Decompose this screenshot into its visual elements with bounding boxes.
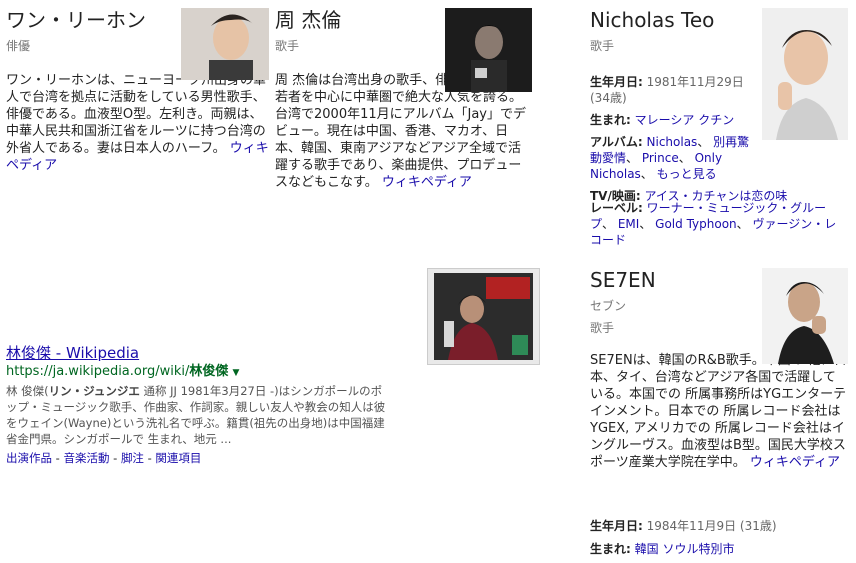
fact-list: 生年月日: 1981年11月29日 (34歳) 生まれ: マレーシア クチン ア…: [590, 74, 787, 210]
label-link[interactable]: Gold Typhoon: [655, 217, 736, 231]
fact-value-link[interactable]: マレーシア クチン: [635, 113, 735, 127]
wiki-link[interactable]: ウィキペディア: [382, 175, 472, 190]
fact-label: レーベル:: [590, 201, 643, 215]
album-link[interactable]: Prince: [642, 151, 679, 165]
wiki-link[interactable]: ウィキペディア: [750, 455, 840, 470]
snippet-text: 林 俊傑(: [6, 384, 49, 398]
search-result: 林俊傑 - Wikipedia https://ja.wikipedia.org…: [6, 344, 586, 466]
fact-label: 生まれ:: [590, 542, 631, 556]
sitelink[interactable]: 音楽活動: [63, 451, 109, 465]
fact-born: 生まれ: 韓国 ソウル特別市: [590, 541, 848, 557]
photo-jay-chou[interactable]: [445, 8, 532, 92]
snippet-bold-text: リン・ジュンジエ: [48, 384, 140, 398]
photo-wang-leehom[interactable]: [181, 8, 269, 80]
photo-nicholas-teo[interactable]: [762, 8, 848, 140]
card-description: SE7ENは、韓国のR&B歌手。本国の 他に日本、タイ、台湾などアジア各国で活躍…: [590, 352, 848, 471]
fact-labels: レーベル: ワーナー・ミュージック・グループ、 EMI、 Gold Typhoo…: [590, 201, 837, 247]
chevron-down-icon[interactable]: ▼: [233, 368, 240, 378]
sitelink[interactable]: 出演作品: [6, 451, 52, 465]
fact-birth: 生年月日: 1981年11月29日 (34歳): [590, 74, 752, 106]
card-description: ワン・リーホンは、ニューヨーク州出身の華人で台湾を拠点に活動をしている男性歌手、…: [6, 72, 272, 174]
photo-se7en[interactable]: [762, 268, 848, 364]
fact-albums: アルバム: Nicholas、 別再驚動愛情、 Prince、 Only Nic…: [590, 135, 750, 181]
fact-label: 生年月日:: [590, 519, 643, 533]
description-text: SE7ENは、韓国のR&B歌手。本国の 他に日本、タイ、台湾などアジア各国で活躍…: [590, 353, 847, 470]
description-text: ワン・リーホンは、ニューヨーク州出身の華人で台湾を拠点に活動をしている男性歌手、…: [6, 73, 267, 156]
sitelinks: 出演作品 - 音楽活動 - 脚注 - 関連項目: [6, 451, 202, 465]
sitelink[interactable]: 脚注: [121, 451, 144, 465]
url-bold-text: 林俊傑: [189, 364, 229, 379]
fact-label: アルバム:: [590, 135, 643, 149]
label-link[interactable]: EMI: [618, 217, 639, 231]
album-link[interactable]: Nicholas: [647, 135, 698, 149]
fact-label: 生年月日:: [590, 75, 643, 89]
result-title-link[interactable]: 林俊傑 - Wikipedia: [6, 344, 586, 362]
result-snippet: 林 俊傑(リン・ジュンジエ 通称 JJ 1981年3月27日 -)はシンガポール…: [6, 383, 386, 447]
fact-birth: 生年月日: 1984年11月9日 (31歳): [590, 518, 848, 534]
url-text: https://ja.wikipedia.org/wiki/: [6, 364, 190, 379]
fact-list: 生年月日: 1984年11月9日 (31歳) 生まれ: 韓国 ソウル特別市: [590, 518, 848, 563]
sitelink[interactable]: 関連項目: [155, 451, 201, 465]
result-url: https://ja.wikipedia.org/wiki/林俊傑 ▼: [6, 364, 586, 381]
more-link[interactable]: もっと見る: [657, 167, 717, 181]
fact-born: 生まれ: マレーシア クチン: [590, 112, 752, 128]
fact-label: 生まれ:: [590, 113, 631, 127]
fact-value: 1984年11月9日 (31歳): [646, 519, 777, 533]
fact-value-link[interactable]: 韓国 ソウル特別市: [635, 542, 735, 556]
